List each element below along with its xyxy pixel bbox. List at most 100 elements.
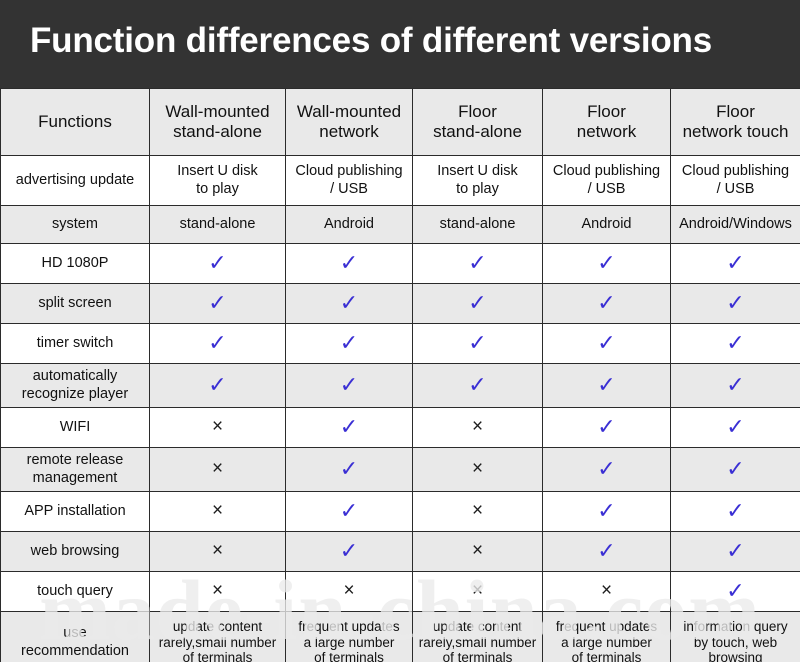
cell-wifi-floor-network: ✓ (542, 407, 671, 448)
row-label-app-installation: APP installation (0, 491, 150, 532)
title-banner: Function differences of different versio… (0, 0, 800, 88)
cell-system-floor-network: Android (542, 205, 671, 244)
header-line1: Floor (587, 101, 626, 121)
row-label-split-screen: split screen (0, 283, 150, 324)
cell-system-floor-network-touch: Android/Windows (670, 205, 800, 244)
header-line1: Wall-mounted (296, 101, 402, 121)
cell-auto-recognize-floor-network: ✓ (542, 363, 671, 408)
check-icon: ✓ (597, 329, 616, 355)
cell-use-recommendation-wall-stand-alone: update content rarely,small number of te… (149, 611, 286, 662)
check-icon: ✓ (726, 289, 745, 315)
cell-line2: rarely,small number (158, 634, 277, 650)
row-label-line1: automatically (32, 368, 118, 385)
column-header-floor-network: Floor network (542, 88, 671, 156)
table-row: split screen ✓ ✓ ✓ ✓ ✓ (0, 283, 800, 324)
cell-use-recommendation-floor-stand-alone: update content rarely,small number of te… (412, 611, 543, 662)
cell-line3: browsing (708, 650, 763, 662)
cell-remote-release-floor-network: ✓ (542, 447, 671, 492)
check-icon: ✓ (726, 371, 745, 397)
header-line1: Floor (716, 101, 755, 121)
table-row: advertising update Insert U disk to play… (0, 155, 800, 206)
cell-hd-1080p-wall-network: ✓ (285, 243, 413, 284)
cell-touch-query-floor-stand-alone: × (412, 571, 543, 612)
row-label-timer-switch: timer switch (0, 323, 150, 364)
check-icon: ✓ (597, 455, 616, 481)
cell-line1: update content (432, 618, 523, 634)
cell-hd-1080p-floor-network-touch: ✓ (670, 243, 800, 284)
check-icon: ✓ (339, 329, 359, 355)
cell-line2: to play (456, 180, 499, 197)
cell-system-wall-network: Android (285, 205, 413, 244)
check-icon: ✓ (468, 249, 487, 275)
cell-auto-recognize-wall-network: ✓ (285, 363, 413, 408)
cell-hd-1080p-floor-stand-alone: ✓ (412, 243, 543, 284)
cross-icon: × (211, 540, 224, 562)
header-line2: stand-alone (173, 122, 262, 141)
check-icon: ✓ (597, 249, 616, 275)
comparison-table-page: Function differences of different versio… (0, 0, 800, 662)
header-line1: Floor (458, 101, 497, 121)
column-header-floor-stand-alone: Floor stand-alone (412, 88, 543, 156)
check-icon: ✓ (597, 413, 616, 439)
page-title: Function differences of different versio… (30, 21, 712, 60)
header-line2: network (319, 122, 379, 141)
row-label-line1: use (63, 625, 87, 642)
cell-line1: Insert U disk (177, 163, 258, 180)
check-icon: ✓ (339, 413, 359, 439)
cross-icon: × (471, 458, 484, 480)
row-label-hd-1080p: HD 1080P (0, 243, 150, 284)
column-header-wall-stand-alone: Wall-mounted stand-alone (149, 88, 286, 156)
row-label-use-recommendation: use recommendation (0, 611, 150, 662)
cell-touch-query-wall-network: × (285, 571, 413, 612)
cell-remote-release-floor-stand-alone: × (412, 447, 543, 492)
cell-line1: Cloud publishing (295, 163, 403, 180)
table-row: system stand-alone Android stand-alone A… (0, 205, 800, 244)
cell-hd-1080p-floor-network: ✓ (542, 243, 671, 284)
row-label-remote-release-management: remote release management (0, 447, 150, 492)
table-row: web browsing × ✓ × ✓ ✓ (0, 531, 800, 572)
check-icon: ✓ (339, 371, 359, 397)
cell-line1: information query (683, 618, 788, 634)
check-icon: ✓ (726, 249, 745, 275)
table-row: use recommendation update content rarely… (0, 611, 800, 662)
check-icon: ✓ (726, 537, 745, 563)
cell-line3: of terminals (314, 650, 384, 662)
cell-web-browsing-wall-network: ✓ (285, 531, 413, 572)
cell-timer-switch-wall-network: ✓ (285, 323, 413, 364)
column-header-floor-network-touch: Floor network touch (670, 88, 800, 156)
cell-timer-switch-floor-network: ✓ (542, 323, 671, 364)
cell-line2: / USB (716, 180, 755, 197)
cell-timer-switch-wall-stand-alone: ✓ (149, 323, 286, 364)
check-icon: ✓ (726, 455, 745, 481)
cross-icon: × (471, 416, 484, 438)
cross-icon: × (211, 416, 224, 438)
cell-wifi-wall-stand-alone: × (149, 407, 286, 448)
cell-split-screen-floor-network: ✓ (542, 283, 671, 324)
cell-advertising-update-floor-network-touch: Cloud publishing / USB (670, 155, 800, 206)
cross-icon: × (471, 580, 484, 602)
cell-web-browsing-wall-stand-alone: × (149, 531, 286, 572)
comparison-table-wrap: Functions Wall-mounted stand-alone Wall-… (0, 88, 800, 662)
table-body: Functions Wall-mounted stand-alone Wall-… (0, 88, 800, 662)
cell-timer-switch-floor-network-touch: ✓ (670, 323, 800, 364)
header-line2: network (576, 122, 637, 141)
table-row: timer switch ✓ ✓ ✓ ✓ ✓ (0, 323, 800, 364)
comparison-table: Functions Wall-mounted stand-alone Wall-… (0, 88, 800, 662)
check-icon: ✓ (208, 249, 227, 275)
header-line2: stand-alone (433, 122, 522, 141)
cell-line1: Insert U disk (437, 163, 518, 180)
cell-app-installation-floor-network: ✓ (542, 491, 671, 532)
cell-remote-release-wall-stand-alone: × (149, 447, 286, 492)
cross-icon: × (471, 540, 484, 562)
row-label-line1: remote release (26, 452, 124, 469)
check-icon: ✓ (339, 249, 359, 275)
table-header-row: Functions Wall-mounted stand-alone Wall-… (0, 88, 800, 156)
cell-use-recommendation-wall-network: frequent updates a large number of termi… (285, 611, 413, 662)
table-row: remote release management × ✓ × ✓ ✓ (0, 447, 800, 492)
cell-touch-query-floor-network: × (542, 571, 671, 612)
column-header-wall-network: Wall-mounted network (285, 88, 413, 156)
cross-icon: × (600, 580, 613, 602)
row-label-web-browsing: web browsing (0, 531, 150, 572)
row-label-system: system (0, 205, 150, 244)
cell-line1: update content (172, 618, 263, 634)
